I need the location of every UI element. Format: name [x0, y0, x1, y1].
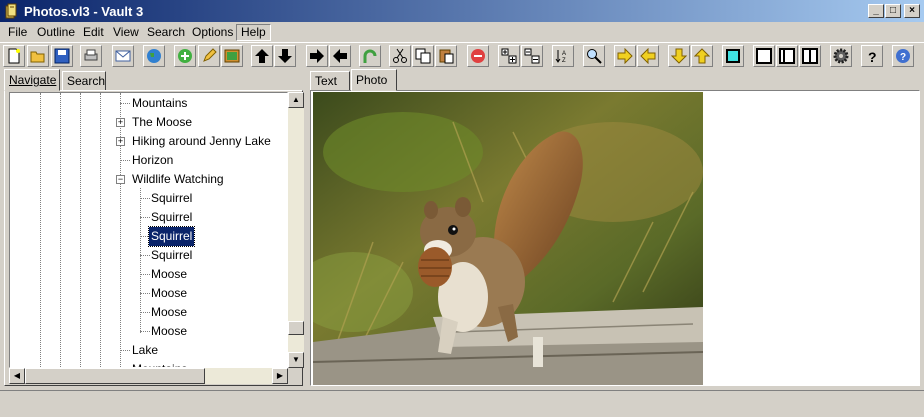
collapse-all-icon[interactable] — [521, 45, 543, 67]
tab-search[interactable]: Search — [62, 71, 106, 91]
scroll-down-button[interactable]: ▼ — [288, 352, 304, 368]
tab-text-label: Text — [315, 74, 338, 88]
status-bar — [0, 390, 924, 417]
settings-icon[interactable] — [830, 45, 852, 67]
layout-left-icon[interactable] — [776, 45, 798, 67]
tab-search-label: Search — [67, 74, 106, 88]
minimize-button[interactable]: _ — [868, 4, 884, 18]
svg-text:A: A — [562, 51, 566, 57]
tree-guide — [40, 93, 41, 367]
scroll-up-button[interactable]: ▲ — [288, 92, 304, 108]
layout-single-icon[interactable] — [753, 45, 775, 67]
tree-node-hiking[interactable]: Hiking around Jenny Lake — [130, 132, 273, 151]
arrow-up-icon[interactable] — [251, 45, 273, 67]
menu-file[interactable]: File — [4, 24, 31, 41]
add-icon[interactable] — [174, 45, 196, 67]
title-bar: Photos.vl3 - Vault 3 _ □ × — [0, 0, 924, 22]
menu-bar: File Outline Edit View Search Options He… — [0, 22, 924, 42]
tree-node-lake[interactable]: Lake — [130, 341, 160, 360]
tree-branch — [120, 350, 130, 351]
email-icon[interactable] — [112, 45, 134, 67]
scroll-right-button[interactable]: ▶ — [272, 368, 288, 384]
find-icon[interactable] — [583, 45, 605, 67]
tree-guide — [80, 93, 81, 367]
redo-icon[interactable] — [359, 45, 381, 67]
tree-guide — [100, 93, 101, 367]
toolbar: AZ ? ? — [0, 42, 924, 70]
tree-node-squirrel[interactable]: Squirrel — [149, 208, 194, 227]
tree-node-mountains[interactable]: Mountains — [130, 360, 189, 367]
maximize-button[interactable]: □ — [885, 4, 901, 18]
paste-icon[interactable] — [435, 45, 457, 67]
menu-search[interactable]: Search — [143, 24, 189, 41]
tree-node-moose[interactable]: Moose — [149, 303, 189, 322]
menu-options[interactable]: Options — [188, 24, 237, 41]
tab-photo[interactable]: Photo — [351, 69, 397, 91]
help-icon[interactable]: ? — [861, 45, 883, 67]
copy-icon[interactable] — [412, 45, 434, 67]
info-icon[interactable]: ? — [892, 45, 914, 67]
tree-horizontal-scrollbar[interactable]: ◀ ▶ — [9, 368, 288, 384]
tree-node-squirrel-selected[interactable]: Squirrel — [147, 226, 196, 247]
color-icon[interactable] — [722, 45, 744, 67]
close-button[interactable]: × — [904, 4, 920, 18]
tree-node-mountains[interactable]: Mountains — [130, 94, 189, 113]
menu-help[interactable]: Help — [236, 24, 271, 41]
svg-text:?: ? — [868, 49, 877, 64]
menu-view[interactable]: View — [109, 24, 143, 41]
tab-photo-label: Photo — [356, 73, 388, 87]
yellow-right-icon[interactable] — [614, 45, 636, 67]
scroll-thumb[interactable] — [25, 368, 205, 384]
tree-node-moose[interactable]: Moose — [149, 265, 189, 284]
vault-app-icon — [5, 3, 17, 19]
collapse-icon[interactable]: − — [116, 175, 125, 184]
arrow-down-icon[interactable] — [274, 45, 296, 67]
expand-all-icon[interactable] — [498, 45, 520, 67]
tree-branch — [120, 160, 130, 161]
arrow-left-icon[interactable] — [329, 45, 351, 67]
tree-vertical-scrollbar[interactable]: ▲ ▼ — [288, 92, 304, 368]
tree-guide — [120, 93, 121, 367]
yellow-left-icon[interactable] — [637, 45, 659, 67]
menu-outline[interactable]: Outline — [33, 24, 79, 41]
svg-text:?: ? — [900, 52, 906, 63]
navigate-panel: + + − Mountains The Moose Hiking around … — [4, 90, 304, 386]
expand-icon[interactable]: + — [116, 137, 125, 146]
edit-icon[interactable] — [198, 45, 220, 67]
tree-node-the-moose[interactable]: The Moose — [130, 113, 194, 132]
tree-node-moose[interactable]: Moose — [149, 322, 189, 341]
tree-branch — [120, 103, 130, 104]
menu-edit[interactable]: Edit — [79, 24, 108, 41]
photo-panel — [310, 90, 920, 386]
arrow-right-icon[interactable] — [306, 45, 328, 67]
delete-icon[interactable] — [467, 45, 489, 67]
print-icon[interactable] — [80, 45, 102, 67]
tab-navigate-label: Navigate — [9, 73, 57, 87]
tree-node-horizon[interactable]: Horizon — [130, 151, 175, 170]
svg-text:Z: Z — [562, 58, 566, 64]
tab-navigate[interactable]: Navigate — [4, 69, 60, 91]
new-file-icon[interactable] — [3, 45, 25, 67]
tree-node-wildlife-watching[interactable]: Wildlife Watching — [130, 170, 226, 189]
insert-image-icon[interactable] — [221, 45, 243, 67]
sort-icon[interactable]: AZ — [552, 45, 574, 67]
expand-icon[interactable]: + — [116, 118, 125, 127]
tree-node-squirrel[interactable]: Squirrel — [149, 246, 194, 265]
open-folder-icon[interactable] — [27, 45, 49, 67]
globe-icon[interactable] — [143, 45, 165, 67]
yellow-down-icon[interactable] — [668, 45, 690, 67]
scroll-thumb[interactable] — [288, 321, 304, 335]
outline-tree[interactable]: + + − Mountains The Moose Hiking around … — [9, 92, 288, 368]
window-title: Photos.vl3 - Vault 3 — [24, 4, 144, 19]
save-icon[interactable] — [51, 45, 73, 67]
layout-split-icon[interactable] — [799, 45, 821, 67]
tree-node-moose[interactable]: Moose — [149, 284, 189, 303]
cut-icon[interactable] — [389, 45, 411, 67]
tree-node-squirrel[interactable]: Squirrel — [149, 189, 194, 208]
squirrel-photo — [313, 92, 703, 385]
tab-text[interactable]: Text — [310, 71, 350, 91]
scroll-left-button[interactable]: ◀ — [9, 368, 25, 384]
yellow-up-icon[interactable] — [691, 45, 713, 67]
tree-guide — [60, 93, 61, 367]
